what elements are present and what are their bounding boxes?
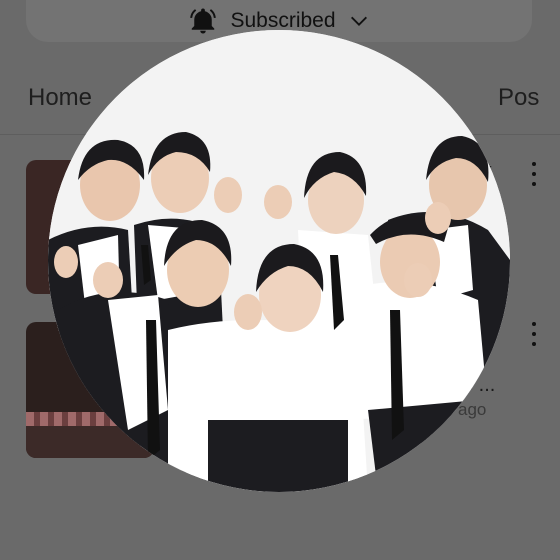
profile-picture-enlarged bbox=[48, 30, 510, 492]
bell-icon bbox=[188, 6, 218, 36]
more-options-icon[interactable] bbox=[530, 162, 538, 186]
video-meta-fragment: ago bbox=[458, 400, 487, 419]
tab-home[interactable]: Home bbox=[28, 84, 92, 112]
tab-posts[interactable]: Pos bbox=[498, 84, 539, 112]
more-options-icon[interactable] bbox=[530, 322, 538, 346]
avatar-group-photo-icon bbox=[48, 30, 510, 492]
chevron-down-icon[interactable] bbox=[348, 10, 370, 32]
